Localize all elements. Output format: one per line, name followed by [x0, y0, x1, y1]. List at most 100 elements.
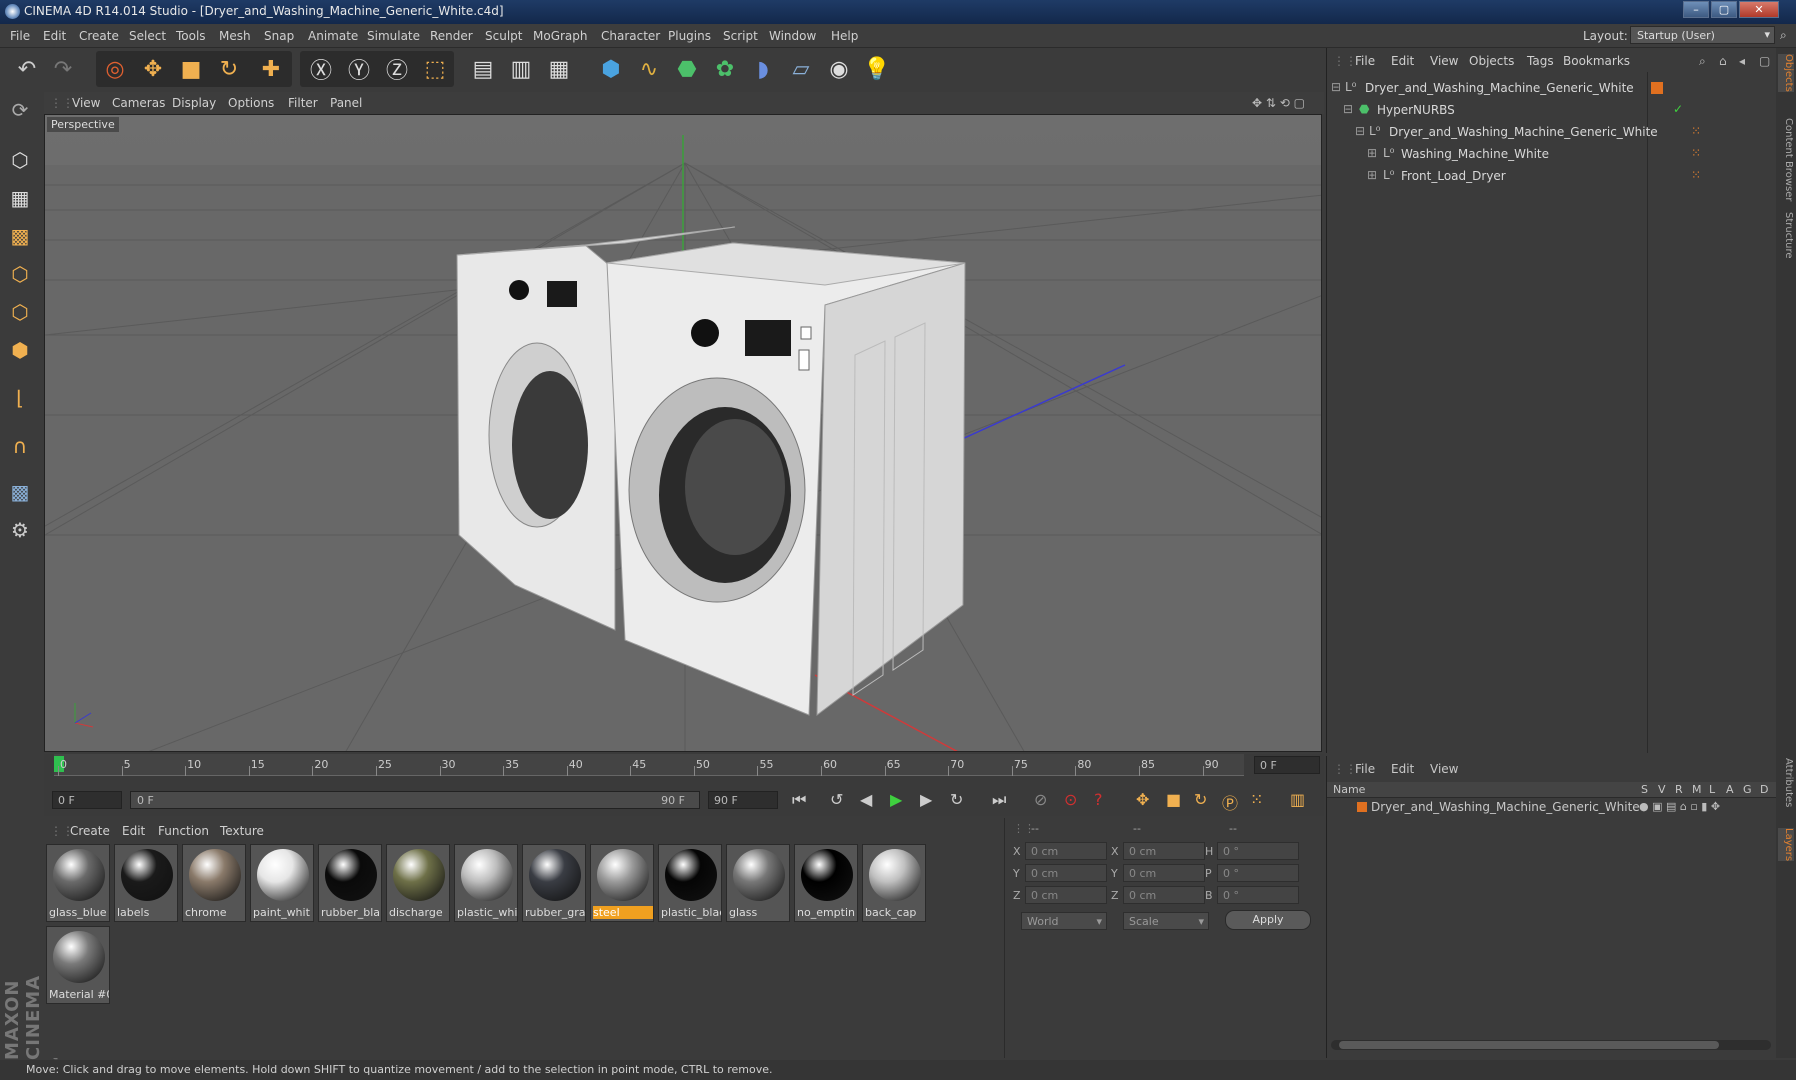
nurbs-icon[interactable]: ⬣: [670, 52, 704, 86]
scene-floor-icon[interactable]: ▱: [784, 52, 818, 86]
tree-item[interactable]: ⊟ L⁰ Dryer_and_Washing_Machine_Generic_W…: [1327, 122, 1777, 144]
material-swatch[interactable]: plastic_blac: [658, 844, 722, 922]
menu-sculpt[interactable]: Sculpt: [485, 29, 522, 43]
make-editable-icon[interactable]: ⟳: [4, 94, 36, 126]
menu-create[interactable]: Create: [79, 29, 119, 43]
vp-menu-options[interactable]: Options: [228, 96, 274, 110]
tree-item[interactable]: ⊟ ⬣ HyperNURBS ✓: [1327, 100, 1777, 122]
menu-window[interactable]: Window: [769, 29, 816, 43]
layer-menu-file[interactable]: File: [1355, 762, 1375, 776]
tab-content-browser[interactable]: Content Browser: [1778, 118, 1794, 201]
menu-select[interactable]: Select: [129, 29, 166, 43]
obj-menu-edit[interactable]: Edit: [1391, 54, 1414, 68]
previous-key-icon[interactable]: ↺: [830, 790, 843, 809]
material-swatch[interactable]: labels: [114, 844, 178, 922]
key-rotation-icon[interactable]: ↻: [1194, 790, 1207, 809]
edges-mode-icon[interactable]: ⬡: [4, 296, 36, 328]
tab-structure[interactable]: Structure: [1778, 212, 1794, 259]
enabled-check-icon[interactable]: ✓: [1673, 102, 1683, 116]
layer-menu-view[interactable]: View: [1430, 762, 1458, 776]
coord-value-field[interactable]: 0 cm: [1025, 886, 1107, 904]
world-dropdown[interactable]: World ▾: [1021, 912, 1107, 930]
mat-menu-edit[interactable]: Edit: [122, 824, 145, 838]
start-frame-field[interactable]: 0 F: [52, 791, 122, 809]
live-selection-icon[interactable]: ◎: [98, 52, 132, 86]
tree-item[interactable]: ⊞ L⁰ Front_Load_Dryer ⁙: [1327, 166, 1777, 188]
tree-item[interactable]: ⊞ L⁰ Washing_Machine_White ⁙: [1327, 144, 1777, 166]
key-scale-icon[interactable]: ■: [1166, 790, 1181, 809]
nav-back-icon[interactable]: ◂: [1739, 54, 1745, 68]
frame-range-slider[interactable]: 0 F 90 F: [130, 791, 700, 809]
material-swatch[interactable]: glass: [726, 844, 790, 922]
collapse-icon[interactable]: ⊟: [1355, 124, 1365, 138]
material-swatch[interactable]: discharge: [386, 844, 450, 922]
material-swatch[interactable]: rubber_bla: [318, 844, 382, 922]
tab-attributes[interactable]: Attributes: [1778, 758, 1794, 807]
obj-menu-objects[interactable]: Objects: [1469, 54, 1514, 68]
material-swatch[interactable]: rubber_gra: [522, 844, 586, 922]
timeline-ruler[interactable]: 0 5 10 15 20 25 30 35 40 45 50 55 60 65 70 75 80 85 90 0 F: [44, 754, 1324, 786]
menu-character[interactable]: Character: [601, 29, 660, 43]
perspective-viewport[interactable]: Perspective: [44, 114, 1322, 752]
mograph-cloner-icon[interactable]: ✿: [708, 52, 742, 86]
material-swatch[interactable]: paint_whit: [250, 844, 314, 922]
menu-mesh[interactable]: Mesh: [219, 29, 251, 43]
layer-color-swatch[interactable]: [1357, 802, 1367, 812]
coord-value-field[interactable]: 0 cm: [1123, 886, 1205, 904]
search-icon[interactable]: ⌕: [1780, 28, 1787, 43]
autokey-icon[interactable]: ⊙: [1064, 790, 1077, 809]
obj-menu-bookmarks[interactable]: Bookmarks: [1563, 54, 1630, 68]
cube-object-icon[interactable]: ⬢: [594, 52, 628, 86]
render-view-icon[interactable]: ▤: [466, 52, 500, 86]
material-swatch[interactable]: steel: [590, 844, 654, 922]
apply-button[interactable]: Apply: [1225, 910, 1311, 930]
material-swatch[interactable]: no_emptin: [794, 844, 858, 922]
maximize-button[interactable]: ▢: [1711, 1, 1737, 18]
layout-dropdown[interactable]: Startup (User) ▾: [1630, 26, 1775, 44]
menu-file[interactable]: File: [10, 29, 30, 43]
deformer-icon[interactable]: ◗: [746, 52, 780, 86]
coord-value-field[interactable]: 0 °: [1217, 842, 1299, 860]
mat-menu-texture[interactable]: Texture: [220, 824, 264, 838]
material-swatch[interactable]: plastic_whi: [454, 844, 518, 922]
coord-value-field[interactable]: 0 cm: [1123, 864, 1205, 882]
keyframe-selection-icon[interactable]: ?: [1094, 790, 1103, 809]
move-icon[interactable]: ✥: [136, 52, 170, 86]
expand-icon[interactable]: ⊞: [1367, 146, 1377, 160]
coord-value-field[interactable]: 0 cm: [1025, 864, 1107, 882]
mat-menu-function[interactable]: Function: [158, 824, 209, 838]
vp-menu-cameras[interactable]: Cameras: [112, 96, 165, 110]
vp-menu-display[interactable]: Display: [172, 96, 216, 110]
horizontal-scrollbar[interactable]: [1331, 1040, 1771, 1050]
previous-frame-icon[interactable]: ◀: [860, 790, 872, 809]
menu-animate[interactable]: Animate: [308, 29, 358, 43]
spline-pen-icon[interactable]: ∿: [632, 52, 666, 86]
lock-workplane-icon[interactable]: ▩: [4, 476, 36, 508]
model-mode-icon[interactable]: ⬡: [4, 144, 36, 176]
go-to-start-icon[interactable]: ⏮: [792, 790, 806, 810]
obj-search-icon[interactable]: ⌕: [1699, 54, 1706, 69]
next-key-icon[interactable]: ↻: [950, 790, 963, 809]
current-frame-field[interactable]: 0 F: [1254, 756, 1320, 774]
home-icon[interactable]: ⌂: [1719, 54, 1727, 68]
vp-menu-view[interactable]: View: [72, 96, 100, 110]
camera-icon[interactable]: ◉: [822, 52, 856, 86]
obj-menu-tags[interactable]: Tags: [1527, 54, 1554, 68]
scale-icon[interactable]: ■: [174, 52, 208, 86]
obj-menu-view[interactable]: View: [1430, 54, 1458, 68]
menu-script[interactable]: Script: [723, 29, 758, 43]
menu-tools[interactable]: Tools: [176, 29, 206, 43]
coord-value-field[interactable]: 0 cm: [1025, 842, 1107, 860]
viewport-nav-icons[interactable]: ✥ ⇅ ⟲ ▢: [1252, 96, 1305, 110]
record-keys-icon[interactable]: ⊘: [1034, 790, 1047, 809]
x-axis-icon[interactable]: Ⓧ: [304, 52, 338, 86]
menu-mograph[interactable]: MoGraph: [533, 29, 588, 43]
rotate-icon[interactable]: ↻: [212, 52, 246, 86]
material-swatch[interactable]: glass_blue: [46, 844, 110, 922]
recent-tool-icon[interactable]: ✚: [254, 52, 288, 86]
tab-objects[interactable]: Objects: [1778, 54, 1794, 92]
undo-icon[interactable]: ↶: [10, 52, 44, 86]
y-axis-icon[interactable]: Ⓨ: [342, 52, 376, 86]
texture-mode-icon[interactable]: ▦: [4, 182, 36, 214]
coordinate-system-icon[interactable]: ⬚: [418, 52, 452, 86]
